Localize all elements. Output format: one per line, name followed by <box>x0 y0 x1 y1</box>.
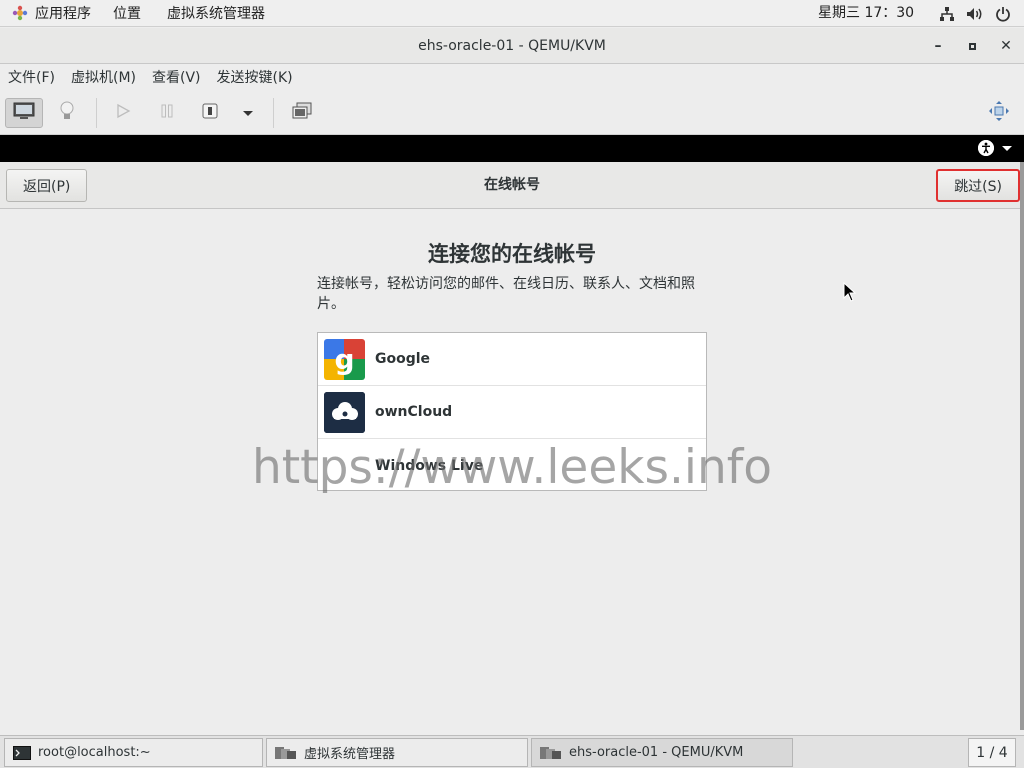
pause-button[interactable] <box>148 98 186 128</box>
clock[interactable]: 星期三 17：30 <box>818 0 914 27</box>
task-label: root@localhost:~ <box>38 745 151 760</box>
applications-menu[interactable]: 应用程序 <box>0 0 103 27</box>
menu-vm[interactable]: 虚拟机(M) <box>63 64 144 92</box>
shutdown-icon <box>201 102 219 124</box>
window-title: ehs-oracle-01 - QEMU/KVM <box>418 38 606 54</box>
applications-icon <box>12 5 28 21</box>
guest-display[interactable]: 返回(P) 在线帐号 跳过(S) 连接您的在线帐号 连接帐号，轻松访问您的邮件、… <box>0 135 1024 735</box>
menu-file[interactable]: 文件(F) <box>0 64 63 92</box>
skip-button[interactable]: 跳过(S) <box>936 169 1020 202</box>
run-button[interactable] <box>104 98 142 128</box>
task-vm-console[interactable]: ehs-oracle-01 - QEMU/KVM <box>531 738 793 767</box>
account-google[interactable]: g Google <box>318 333 706 386</box>
network-icon[interactable] <box>938 5 956 23</box>
maximize-icon <box>968 42 976 50</box>
account-name: ownCloud <box>375 404 453 420</box>
toolbar-separator <box>273 98 274 128</box>
google-icon: g <box>324 338 365 380</box>
console-button[interactable] <box>5 98 43 128</box>
lightbulb-icon <box>59 100 75 126</box>
task-virt-manager[interactable]: 虚拟系统管理器 <box>266 738 528 767</box>
maximize-button[interactable] <box>962 36 982 56</box>
shutdown-button[interactable] <box>191 98 229 128</box>
virt-manager-icon <box>540 746 562 760</box>
terminal-icon <box>13 745 31 760</box>
window-title-bar[interactable]: ehs-oracle-01 - QEMU/KVM – ✕ <box>0 28 1024 64</box>
active-app-menu[interactable]: 虚拟系统管理器 <box>153 0 277 27</box>
watermark: https://www.leeks.info <box>251 440 773 495</box>
system-tray[interactable] <box>938 0 1012 27</box>
toolbar <box>0 92 1024 135</box>
menu-view[interactable]: 查看(V) <box>144 64 209 92</box>
gnome-top-bar: 应用程序 位置 虚拟系统管理器 星期三 17：30 <box>0 0 1024 27</box>
close-button[interactable]: ✕ <box>996 36 1016 56</box>
account-owncloud[interactable]: ownCloud <box>318 386 706 439</box>
shutdown-menu-button[interactable] <box>229 98 267 128</box>
guest-top-bar <box>0 135 1024 162</box>
initial-setup-header: 返回(P) 在线帐号 跳过(S) <box>0 162 1024 209</box>
menu-bar: 文件(F) 虚拟机(M) 查看(V) 发送按键(K) <box>0 64 1024 92</box>
fullscreen-button[interactable] <box>980 98 1018 128</box>
task-terminal[interactable]: root@localhost:~ <box>4 738 263 767</box>
window-list-taskbar: root@localhost:~ 虚拟系统管理器 ehs-oracle-01 -… <box>0 735 1024 768</box>
console-icon <box>12 101 36 125</box>
places-label: 位置 <box>113 6 141 22</box>
volume-icon[interactable] <box>966 5 984 23</box>
online-accounts-description: 连接帐号，轻松访问您的邮件、在线日历、联系人、文档和照片。 <box>317 276 695 312</box>
workspace-pager[interactable]: 1 / 4 <box>968 738 1016 767</box>
menu-send-key[interactable]: 发送按键(K) <box>209 64 301 92</box>
places-menu[interactable]: 位置 <box>103 0 153 27</box>
svg-text:g: g <box>334 343 354 376</box>
task-label: ehs-oracle-01 - QEMU/KVM <box>569 745 744 760</box>
applications-label: 应用程序 <box>35 6 91 22</box>
online-accounts-heading: 连接您的在线帐号 <box>428 242 596 266</box>
chevron-down-icon[interactable] <box>1002 146 1012 151</box>
chevron-down-icon <box>243 110 253 116</box>
owncloud-icon <box>324 391 365 433</box>
details-button[interactable] <box>48 98 86 128</box>
accessibility-icon[interactable] <box>978 140 994 156</box>
active-app-label: 虚拟系统管理器 <box>167 6 265 22</box>
account-name: Google <box>375 351 431 367</box>
task-label: 虚拟系统管理器 <box>304 747 396 762</box>
minimize-button[interactable]: – <box>928 36 948 56</box>
snapshots-icon <box>291 101 313 125</box>
scrollbar[interactable] <box>1020 162 1024 730</box>
page-title: 在线帐号 <box>484 177 540 193</box>
power-icon[interactable] <box>994 5 1012 23</box>
virt-manager-icon <box>275 746 297 760</box>
play-icon <box>115 103 131 123</box>
pause-icon <box>159 103 175 123</box>
toolbar-separator <box>96 98 97 128</box>
snapshots-button[interactable] <box>283 98 321 128</box>
fullscreen-icon <box>988 100 1010 126</box>
mouse-cursor-icon <box>843 282 857 302</box>
